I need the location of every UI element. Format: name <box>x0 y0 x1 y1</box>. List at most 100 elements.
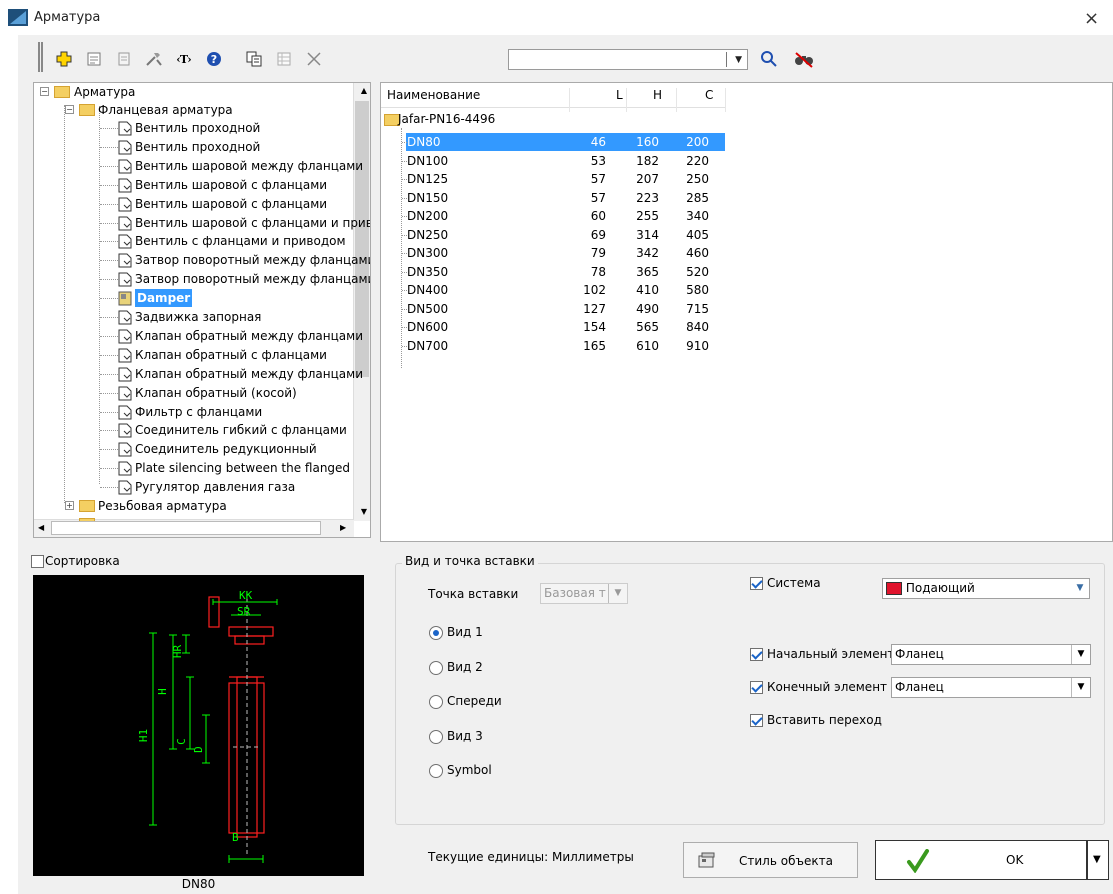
chevron-down-icon[interactable]: ▼ <box>1071 645 1090 664</box>
system-checkbox[interactable] <box>750 577 763 590</box>
ok-dropdown-button[interactable]: ▼ <box>1087 840 1109 880</box>
close-icon[interactable]: × <box>1084 8 1099 29</box>
grid-row[interactable]: DN700 165 610 910 <box>381 337 726 355</box>
chevron-down-icon[interactable]: ▼ <box>1071 678 1090 697</box>
tree-guide-line <box>100 241 118 243</box>
grid-row[interactable]: DN300 79 342 460 <box>381 244 726 262</box>
view-radio[interactable] <box>429 695 443 709</box>
dimension-label: HR <box>171 644 185 659</box>
tree-item[interactable]: Клапан обратный (косой) <box>34 384 354 402</box>
tree-item[interactable]: Задвижка запорная <box>34 308 354 326</box>
sizes-grid[interactable]: Наименование L H C Jafar-PN16-4496 DN80 4… <box>380 82 1113 542</box>
tree-horizontal-scrollbar[interactable]: ◀ ▶ <box>34 519 354 537</box>
tree-item[interactable]: Damper <box>34 289 354 308</box>
document-icon <box>118 461 132 476</box>
column-header-name[interactable]: Наименование <box>387 88 480 102</box>
cell-name: DN300 <box>407 246 449 260</box>
column-header-l[interactable]: L <box>616 88 623 102</box>
text-tag-icon[interactable]: ‹T› <box>173 48 195 70</box>
column-header-h[interactable]: H <box>653 88 662 102</box>
toolbar-grip[interactable] <box>38 42 43 72</box>
scroll-left-icon[interactable]: ◀ <box>38 523 44 532</box>
sorting-label: Сортировка <box>45 554 120 568</box>
tree-item[interactable]: Вентиль шаровой с фланцами <box>34 176 354 194</box>
chevron-down-icon[interactable]: ▼ <box>608 584 627 603</box>
copy-icon[interactable] <box>243 48 265 70</box>
grid-row[interactable]: DN80 46 160 200 <box>381 133 726 151</box>
tree-item[interactable]: Клапан обратный между фланцами <box>34 365 363 383</box>
tree-item-label: Ругулятор давления газа <box>135 480 296 495</box>
cell-l: 127 <box>583 301 606 316</box>
scroll-right-icon[interactable]: ▶ <box>340 523 346 532</box>
tree-item[interactable]: Вентиль с фланцами и приводом <box>34 232 354 250</box>
tree-item[interactable]: Ругулятор давления газа <box>34 478 354 496</box>
scroll-down-icon[interactable]: ▼ <box>361 507 367 516</box>
collapse-icon[interactable]: − <box>65 105 74 114</box>
tree-item[interactable]: Клапан обратный с фланцами <box>34 346 354 364</box>
grid-folder-row[interactable]: Jafar-PN16-4496 <box>381 110 721 128</box>
grid-row[interactable]: DN250 69 314 405 <box>381 226 726 244</box>
sorting-checkbox[interactable] <box>31 555 44 568</box>
view-radio[interactable] <box>429 729 443 744</box>
grid-row[interactable]: DN200 60 255 340 <box>381 207 726 225</box>
column-header-c[interactable]: C <box>705 88 713 102</box>
start-element-checkbox[interactable] <box>750 648 763 661</box>
tree-item[interactable]: Фильтр с фланцами <box>34 403 354 421</box>
tree-item[interactable]: Вентиль проходной <box>34 138 354 156</box>
expand-icon[interactable]: + <box>65 501 74 510</box>
view-radio[interactable] <box>429 660 443 675</box>
catalog-tree[interactable]: ▲ ▼ ◀ ▶ − Арматура − Фланцевая арматура … <box>33 82 371 538</box>
tree-item[interactable]: Вентиль шаровой между фланцами <box>34 157 363 175</box>
search-icon[interactable] <box>758 48 780 70</box>
grid-row[interactable]: DN350 78 365 520 <box>381 263 726 281</box>
view-radio[interactable] <box>429 764 443 778</box>
view-radio[interactable] <box>429 626 443 640</box>
grid-row[interactable]: DN100 53 182 220 <box>381 152 726 170</box>
delete-icon[interactable] <box>303 48 325 70</box>
grid-row[interactable]: DN500 127 490 715 <box>381 300 726 318</box>
search-combobox[interactable]: ▼ <box>508 49 748 70</box>
object-style-button[interactable]: Стиль объекта <box>683 842 858 878</box>
grid-row[interactable]: DN400 102 410 580 <box>381 281 726 299</box>
system-combobox[interactable]: Подающий ▼ <box>882 578 1090 599</box>
grid-row[interactable]: DN150 57 223 285 <box>381 189 726 207</box>
tree-item[interactable]: Вентиль шаровой с фланцами <box>34 195 354 213</box>
ok-button[interactable]: OK <box>875 840 1087 880</box>
end-element-combobox[interactable]: Фланец ▼ <box>891 677 1091 698</box>
grid-row[interactable]: DN600 154 565 840 <box>381 318 726 336</box>
tree-node-group-threaded[interactable]: + Резьбовая арматура <box>34 497 334 515</box>
tree-node-label: Арматура <box>74 85 136 99</box>
tree-item[interactable]: Вентиль проходной <box>34 119 354 137</box>
insert-transition-label: Вставить переход <box>767 713 882 727</box>
tree-node-group[interactable]: − Фланцевая арматура <box>34 101 334 119</box>
tools-icon[interactable] <box>143 48 165 70</box>
cell-name: DN600 <box>407 320 449 334</box>
tree-guide-line <box>100 373 118 375</box>
collapse-icon[interactable]: − <box>40 87 49 96</box>
chevron-down-icon[interactable]: ▼ <box>1071 579 1089 598</box>
start-element-combobox[interactable]: Фланец ▼ <box>891 644 1091 665</box>
tree-item[interactable]: Соединитель гибкий с фланцами <box>34 421 354 439</box>
tree-item[interactable]: Вентиль шаровой с фланцами и приво <box>34 214 370 232</box>
scroll-up-icon[interactable]: ▲ <box>361 86 367 95</box>
scroll-thumb-horizontal[interactable] <box>51 521 321 535</box>
tree-item[interactable]: Затвор поворотный между фланцами <box>34 251 370 269</box>
tree-item[interactable]: Plate silencing between the flanged <box>34 459 354 477</box>
document-icon[interactable] <box>113 48 135 70</box>
insert-point-combobox[interactable]: Базовая т ▼ <box>540 583 628 604</box>
add-icon[interactable] <box>53 48 75 70</box>
table-icon[interactable] <box>273 48 295 70</box>
tree-node-root[interactable]: − Арматура <box>34 83 334 101</box>
tree-vertical-scrollbar[interactable]: ▲ ▼ <box>353 83 370 521</box>
tree-item-label: Damper <box>135 289 193 308</box>
tree-item[interactable]: Клапан обратный между фланцами <box>34 327 363 345</box>
insert-transition-checkbox[interactable] <box>750 714 763 727</box>
chevron-down-icon[interactable]: ▼ <box>735 55 742 65</box>
tree-item[interactable]: Соединитель редукционный <box>34 440 354 458</box>
properties-icon[interactable] <box>83 48 105 70</box>
tree-item[interactable]: Затвор поворотный между фланцами <box>34 270 370 288</box>
grid-row[interactable]: DN125 57 207 250 <box>381 170 726 188</box>
binoculars-icon[interactable] <box>793 48 815 70</box>
end-element-checkbox[interactable] <box>750 681 763 694</box>
help-icon[interactable]: ? <box>203 48 225 70</box>
